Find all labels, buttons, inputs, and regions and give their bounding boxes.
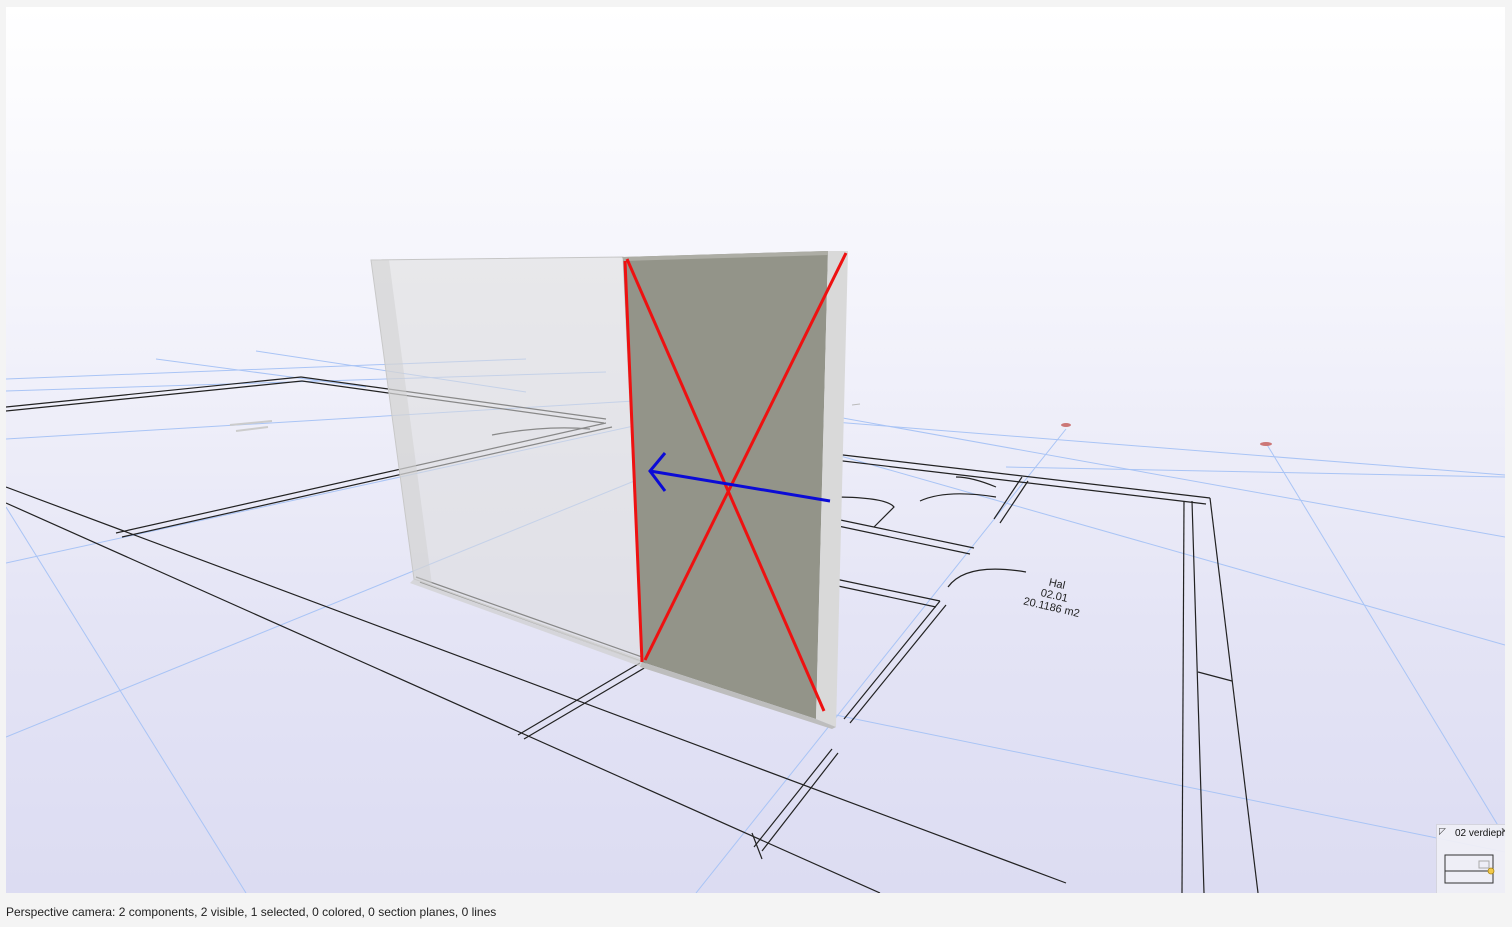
3d-viewport[interactable]: Hal 02.01 20.1186 m2 ◸ 02 verdiepi ✕	[6, 7, 1505, 893]
status-bar: Perspective camera: 2 components, 2 visi…	[6, 905, 497, 919]
scene-canvas[interactable]: Hal 02.01 20.1186 m2	[6, 7, 1505, 893]
minimap-panel[interactable]: ◸ 02 verdiepi ✕	[1436, 824, 1505, 893]
transparent-wall[interactable]	[370, 256, 643, 667]
minimap-floor-plan[interactable]	[1444, 851, 1502, 885]
minimap-title: 02 verdiepi	[1455, 828, 1504, 839]
room-label-faint	[229, 420, 273, 432]
room-label: Hal 02.01 20.1186 m2	[1022, 577, 1081, 620]
triangle-expand-icon[interactable]: ◸	[1439, 826, 1446, 836]
close-icon[interactable]: ✕	[1500, 826, 1505, 836]
camera-position-marker	[1487, 867, 1495, 875]
